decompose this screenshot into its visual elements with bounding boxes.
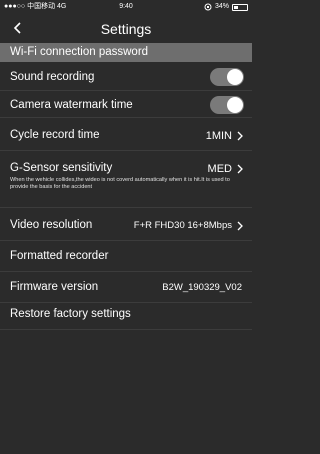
nav-bar: Settings [0, 14, 252, 42]
video-resolution-label: Video resolution [10, 219, 93, 231]
page-title: Settings [100, 21, 152, 37]
camera-watermark-label: Camera watermark time [10, 99, 133, 111]
restore-row[interactable]: Restore factory settings [0, 304, 252, 330]
firmware-value: B2W_190329_V02 [162, 282, 242, 293]
battery-percent: 34% [214, 3, 229, 10]
sound-recording-label: Sound recording [10, 71, 95, 83]
wifi-password-row[interactable]: Wi-Fi connection password [0, 43, 252, 62]
status-right: 34% [204, 0, 248, 14]
cycle-record-value: 1MIN [205, 130, 232, 142]
camera-watermark-row: Camera watermark time [0, 92, 252, 118]
sound-recording-row: Sound recording [0, 64, 252, 91]
firmware-label: Firmware version [10, 281, 99, 293]
firmware-row: Firmware version B2W_190329_V02 [0, 273, 252, 303]
orientation-lock-icon [204, 3, 212, 11]
gsensor-value: MED [207, 163, 232, 175]
status-bar: ●●●○○ 中国移动 4G 9:40 34% [0, 0, 252, 14]
video-resolution-row[interactable]: Video resolution F+R FHD30 16+8Mbps [0, 209, 252, 241]
formatted-recorder-row[interactable]: Formatted recorder [0, 242, 252, 272]
restore-label: Restore factory settings [10, 308, 131, 320]
gsensor-note: When the wehicle collides,the wideo is n… [10, 177, 230, 190]
gsensor-label: G-Sensor sensitivity [10, 162, 113, 174]
formatted-recorder-label: Formatted recorder [10, 250, 109, 262]
chevron-right-icon [237, 131, 243, 141]
cycle-record-row[interactable]: Cycle record time 1MIN [0, 119, 252, 151]
toggle-knob [227, 97, 243, 113]
chevron-right-icon [237, 164, 243, 174]
cycle-record-label: Cycle record time [10, 129, 100, 141]
toggle-knob [227, 69, 243, 85]
sound-recording-toggle[interactable] [210, 68, 244, 86]
video-resolution-value: F+R FHD30 16+8Mbps [133, 220, 232, 231]
camera-watermark-toggle[interactable] [210, 96, 244, 114]
chevron-right-icon [237, 221, 243, 231]
battery-icon [232, 3, 248, 11]
